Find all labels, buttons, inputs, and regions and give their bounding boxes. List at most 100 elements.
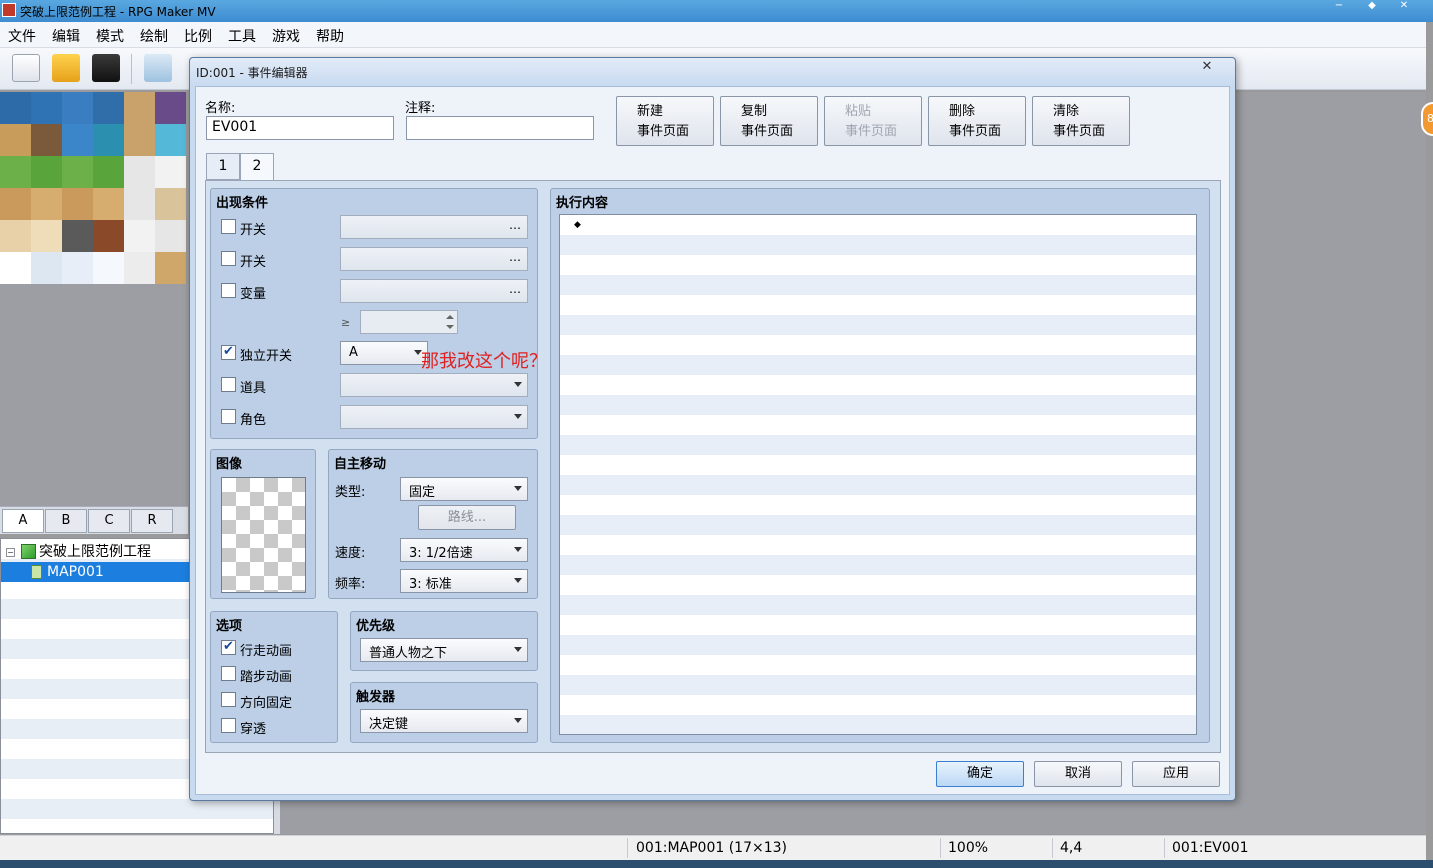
self-switch-checkbox[interactable]: ✔ [221,345,236,360]
tab-page-1[interactable]: 1 [206,153,240,180]
status-map: 001:MAP001 (17×13) [636,840,787,856]
menu-tools[interactable]: 工具 [228,26,256,46]
app-icon [2,3,16,17]
tileset-tab-r[interactable]: R [131,509,173,533]
menu-bar: 文件 编辑 模式 绘制 比例 工具 游戏 帮助 [0,22,1426,48]
stepping-anim-label: 踏步动画 [240,670,293,685]
tree-item-label: 突破上限范例工程 [39,544,151,560]
dialog-close-button[interactable]: ✕ [1196,59,1218,75]
minimize-button[interactable]: − [1327,0,1351,11]
variable-value-spinner [360,310,458,334]
menu-scale[interactable]: 比例 [184,26,212,46]
cancel-button[interactable]: 取消 [1034,761,1122,787]
chevron-down-icon [514,382,522,387]
ge-symbol: ≥ [341,316,351,329]
through-checkbox[interactable] [221,718,236,733]
priority-group: 优先级 普通人物之下 [350,611,538,671]
map-icon [31,565,42,579]
route-button[interactable]: 路线... [418,505,516,530]
movement-type-select[interactable]: 固定 [400,477,528,501]
stepping-anim-checkbox[interactable] [221,666,236,681]
copy-page-button[interactable]: 复制 事件页面 [720,96,818,146]
status-zoom: 100% [948,840,989,856]
open-project-icon[interactable] [52,54,80,82]
new-page-button[interactable]: 新建 事件页面 [616,96,714,146]
switch2-checkbox[interactable] [221,251,236,266]
conditions-title: 出现条件 [216,196,269,211]
ok-button[interactable]: 确定 [936,761,1024,787]
tileset-tab-b[interactable]: B [45,509,87,533]
tileset-tab-a[interactable]: A [2,509,44,533]
through-label: 穿透 [240,722,267,737]
options-group: 选项 ✔ 行走动画 踏步动画 方向固定 穿透 [210,611,338,743]
frequency-select[interactable]: 3: 标准 [400,569,528,593]
actor-checkbox[interactable] [221,409,236,424]
image-title: 图像 [216,457,243,472]
dialog-titlebar: ID:001 - 事件编辑器 ✕ [190,58,1235,86]
actor-label: 角色 [240,413,267,428]
autonomous-movement-group: 自主移动 类型: 固定 路线... 速度: 3: 1/2倍速 频率: 3: 标准 [328,449,538,599]
event-image-preview[interactable] [221,477,306,593]
red-annotation-text: 那我改这个呢？ [421,351,547,372]
apply-button[interactable]: 应用 [1132,761,1220,787]
switch2-picker: … [340,247,528,271]
tab-page-2[interactable]: 2 [240,153,274,182]
priority-select[interactable]: 普通人物之下 [360,638,528,662]
item-label: 道具 [240,381,267,396]
menu-file[interactable]: 文件 [8,26,36,46]
menu-draw[interactable]: 绘制 [140,26,168,46]
variable-checkbox[interactable] [221,283,236,298]
self-switch-label: 独立开关 [240,349,293,364]
tileset-palette[interactable] [0,92,188,284]
menu-help[interactable]: 帮助 [316,26,344,46]
tileset-tab-c[interactable]: C [88,509,130,533]
spin-down-icon [446,325,454,329]
cut-icon[interactable] [144,54,172,82]
new-project-icon[interactable] [12,54,40,82]
status-coordinates: 4,4 [1060,840,1083,856]
event-editor-dialog: ID:001 - 事件编辑器 ✕ 名称: EV001 注释: 新建 事件页面 复… [189,57,1236,801]
name-field[interactable]: EV001 [206,116,394,140]
direction-fix-label: 方向固定 [240,696,293,711]
name-label: 名称: [205,101,236,116]
dialog-title: ID:001 - 事件编辑器 [196,66,308,80]
paste-page-button[interactable]: 粘贴 事件页面 [824,96,922,146]
tileset-empty-area [0,284,188,506]
os-taskbar [0,860,1433,868]
trigger-select[interactable]: 决定键 [360,709,528,733]
chevron-down-icon [514,578,522,583]
switch2-label: 开关 [240,255,267,270]
window-title: 突破上限范例工程 - RPG Maker MV [20,5,216,19]
clear-page-button[interactable]: 清除 事件页面 [1032,96,1130,146]
item-checkbox[interactable] [221,377,236,392]
command-marker-icon[interactable]: ◆ [574,220,581,230]
actor-select [340,405,528,429]
walking-anim-checkbox[interactable]: ✔ [221,640,236,655]
save-icon[interactable] [92,54,120,82]
menu-game[interactable]: 游戏 [272,26,300,46]
contents-group: 执行内容 ◆ [550,188,1210,743]
chevron-down-icon [514,547,522,552]
frequency-label: 频率: [335,577,366,592]
variable-label: 变量 [240,287,267,302]
note-field[interactable] [406,116,594,140]
options-title: 选项 [216,619,243,634]
walking-anim-label: 行走动画 [240,644,293,659]
direction-fix-checkbox[interactable] [221,692,236,707]
speed-label: 速度: [335,546,366,561]
delete-page-button[interactable]: 删除 事件页面 [928,96,1026,146]
menu-edit[interactable]: 编辑 [52,26,80,46]
notification-badge[interactable]: 8 [1421,102,1433,136]
maximize-button[interactable]: ◆ [1360,0,1384,11]
dialog-body: 名称: EV001 注释: 新建 事件页面 复制 事件页面 粘贴 事件页面 删除… [195,86,1230,795]
collapse-icon[interactable]: − [6,548,15,557]
switch1-checkbox[interactable] [221,219,236,234]
menu-mode[interactable]: 模式 [96,26,124,46]
trigger-group: 触发器 决定键 [350,682,538,743]
speed-select[interactable]: 3: 1/2倍速 [400,538,528,562]
command-list[interactable]: ◆ [559,214,1197,735]
status-bar: 001:MAP001 (17×13) 100% 4,4 001:EV001 [0,835,1426,860]
self-switch-select[interactable]: A [340,341,428,365]
window-titlebar: 突破上限范例工程 - RPG Maker MV − ◆ ✕ [0,0,1433,22]
close-window-button[interactable]: ✕ [1392,0,1416,11]
